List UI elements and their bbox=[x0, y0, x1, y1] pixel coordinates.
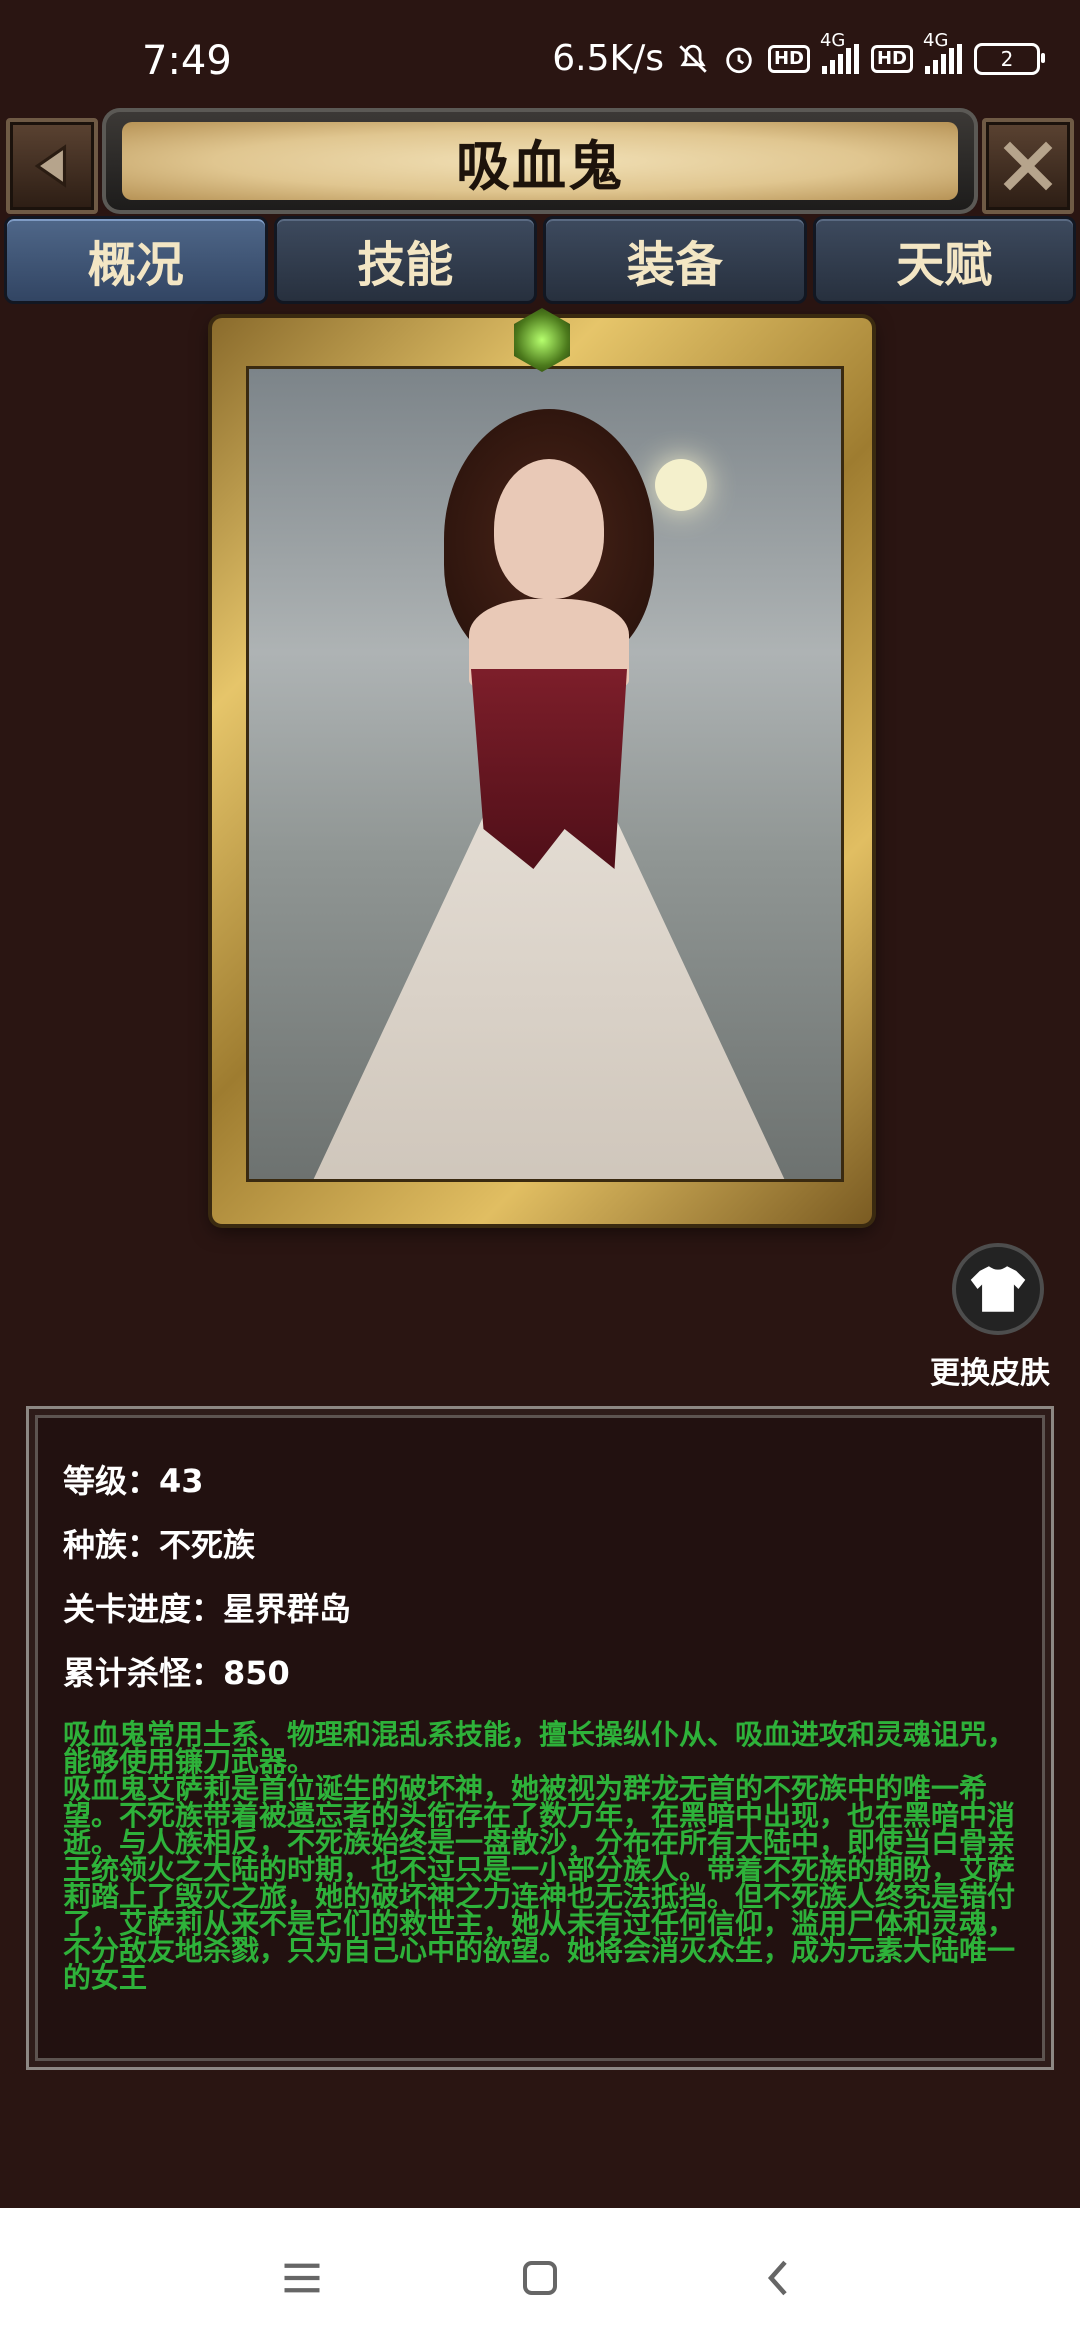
close-icon bbox=[1003, 141, 1053, 191]
status-icons: 6.5K/s HD 4G HD 4G 2 bbox=[552, 30, 1045, 79]
back-arrow-icon bbox=[34, 144, 67, 188]
network-type: 4G bbox=[819, 29, 846, 51]
header: 吸血鬼 bbox=[0, 108, 1080, 216]
back-button[interactable] bbox=[6, 118, 98, 214]
change-skin-button[interactable] bbox=[952, 1243, 1044, 1335]
tab-talents[interactable]: 天赋 bbox=[812, 216, 1076, 304]
hero-detail-screen: 7:49 6.5K/s HD 4G HD 4G 2 吸血鬼 概况 技能 装备 天… bbox=[0, 0, 1080, 2340]
character-card bbox=[212, 308, 872, 1224]
character-portrait bbox=[246, 366, 844, 1182]
info-panel: 等级：43 种族：不死族 关卡进度：星界群岛 累计杀怪：850 吸血鬼常用土系、… bbox=[26, 1406, 1054, 2070]
stat-kills: 累计杀怪：850 bbox=[63, 1654, 290, 1692]
system-nav-bar bbox=[0, 2208, 1080, 2340]
tab-skills[interactable]: 技能 bbox=[273, 216, 537, 304]
network-type-2: 4G bbox=[923, 29, 949, 51]
change-skin-label[interactable]: 更换皮肤 bbox=[930, 1348, 1050, 1392]
status-time: 7:49 bbox=[142, 38, 232, 84]
menu-icon bbox=[284, 2263, 320, 2293]
page-title: 吸血鬼 bbox=[122, 122, 958, 200]
description-lore: 吸血鬼艾萨莉是首位诞生的破坏神，她被视为群龙无首的不死族中的唯一希望。不死族带着… bbox=[63, 1772, 1016, 1994]
portrait-skirt bbox=[309, 799, 789, 1179]
character-description: 吸血鬼常用土系、物理和混乱系技能，擅长操纵仆从、吸血进攻和灵魂诅咒，能够使用镰刀… bbox=[63, 1718, 1023, 1994]
stats-list: 等级：43 种族：不死族 关卡进度：星界群岛 累计杀怪：850 bbox=[63, 1449, 351, 1705]
element-gem-icon bbox=[514, 308, 570, 372]
mute-icon bbox=[679, 44, 707, 73]
nav-back-button[interactable] bbox=[748, 2248, 808, 2308]
stat-progress: 关卡进度：星界群岛 bbox=[63, 1590, 352, 1628]
hd-badge: HD bbox=[767, 44, 810, 73]
moon-graphic bbox=[655, 459, 707, 511]
tab-bar: 概况 技能 装备 天赋 bbox=[0, 216, 1080, 304]
stat-level: 等级：43 bbox=[63, 1462, 204, 1500]
shirt-icon bbox=[970, 1266, 1026, 1312]
tab-equipment[interactable]: 装备 bbox=[543, 216, 807, 304]
description-skills: 吸血鬼常用土系、物理和混乱系技能，擅长操纵仆从、吸血进攻和灵魂诅咒，能够使用镰刀… bbox=[63, 1718, 1016, 1778]
network-speed: 6.5K/s bbox=[552, 38, 664, 79]
alarm-icon bbox=[726, 47, 752, 73]
stat-race: 种族：不死族 bbox=[63, 1526, 256, 1564]
signal-icon: 4G bbox=[820, 30, 859, 74]
signal-icon-2: 4G bbox=[923, 30, 962, 74]
close-button[interactable] bbox=[982, 118, 1074, 214]
home-button[interactable] bbox=[510, 2248, 570, 2308]
menu-button[interactable] bbox=[272, 2248, 332, 2308]
tab-overview[interactable]: 概况 bbox=[4, 216, 268, 304]
hd-badge-2: HD bbox=[870, 44, 913, 73]
back-icon bbox=[767, 2260, 787, 2296]
portrait-head bbox=[494, 459, 604, 599]
title-frame: 吸血鬼 bbox=[102, 108, 978, 214]
home-icon bbox=[523, 2261, 557, 2295]
status-bar: 7:49 6.5K/s HD 4G HD 4G 2 bbox=[0, 0, 1080, 110]
battery-icon: 2 bbox=[974, 42, 1045, 75]
